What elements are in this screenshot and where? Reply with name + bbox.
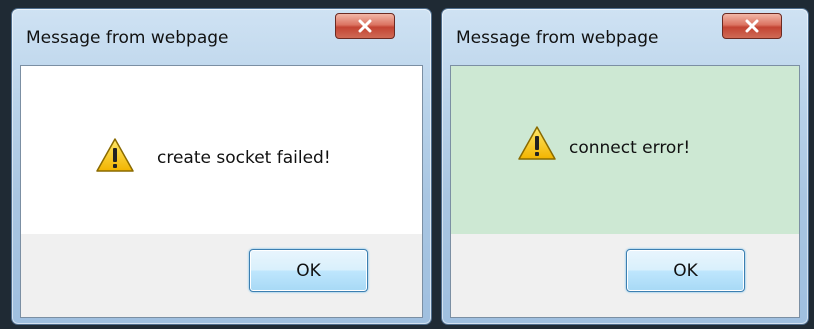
dialog-title: Message from webpage (456, 28, 659, 48)
message-area: create socket failed! (21, 66, 422, 234)
close-button[interactable] (722, 13, 782, 39)
ok-button[interactable]: OK (626, 249, 745, 292)
close-icon (358, 19, 372, 33)
warning-icon (96, 138, 134, 172)
message-text: create socket failed! (157, 148, 331, 168)
message-area: connect error! (451, 66, 799, 234)
dialog-body: connect error! OK (450, 65, 800, 318)
message-text: connect error! (569, 138, 691, 158)
warning-icon (518, 126, 556, 160)
dialog-title: Message from webpage (26, 28, 229, 48)
close-button[interactable] (335, 13, 395, 39)
dialog-body: create socket failed! OK (20, 65, 423, 318)
close-icon (745, 19, 759, 33)
ok-button[interactable]: OK (249, 249, 368, 292)
alert-dialog-1: Message from webpage create socket faile… (11, 8, 432, 325)
alert-dialog-2: Message from webpage connect error! OK (441, 8, 809, 325)
